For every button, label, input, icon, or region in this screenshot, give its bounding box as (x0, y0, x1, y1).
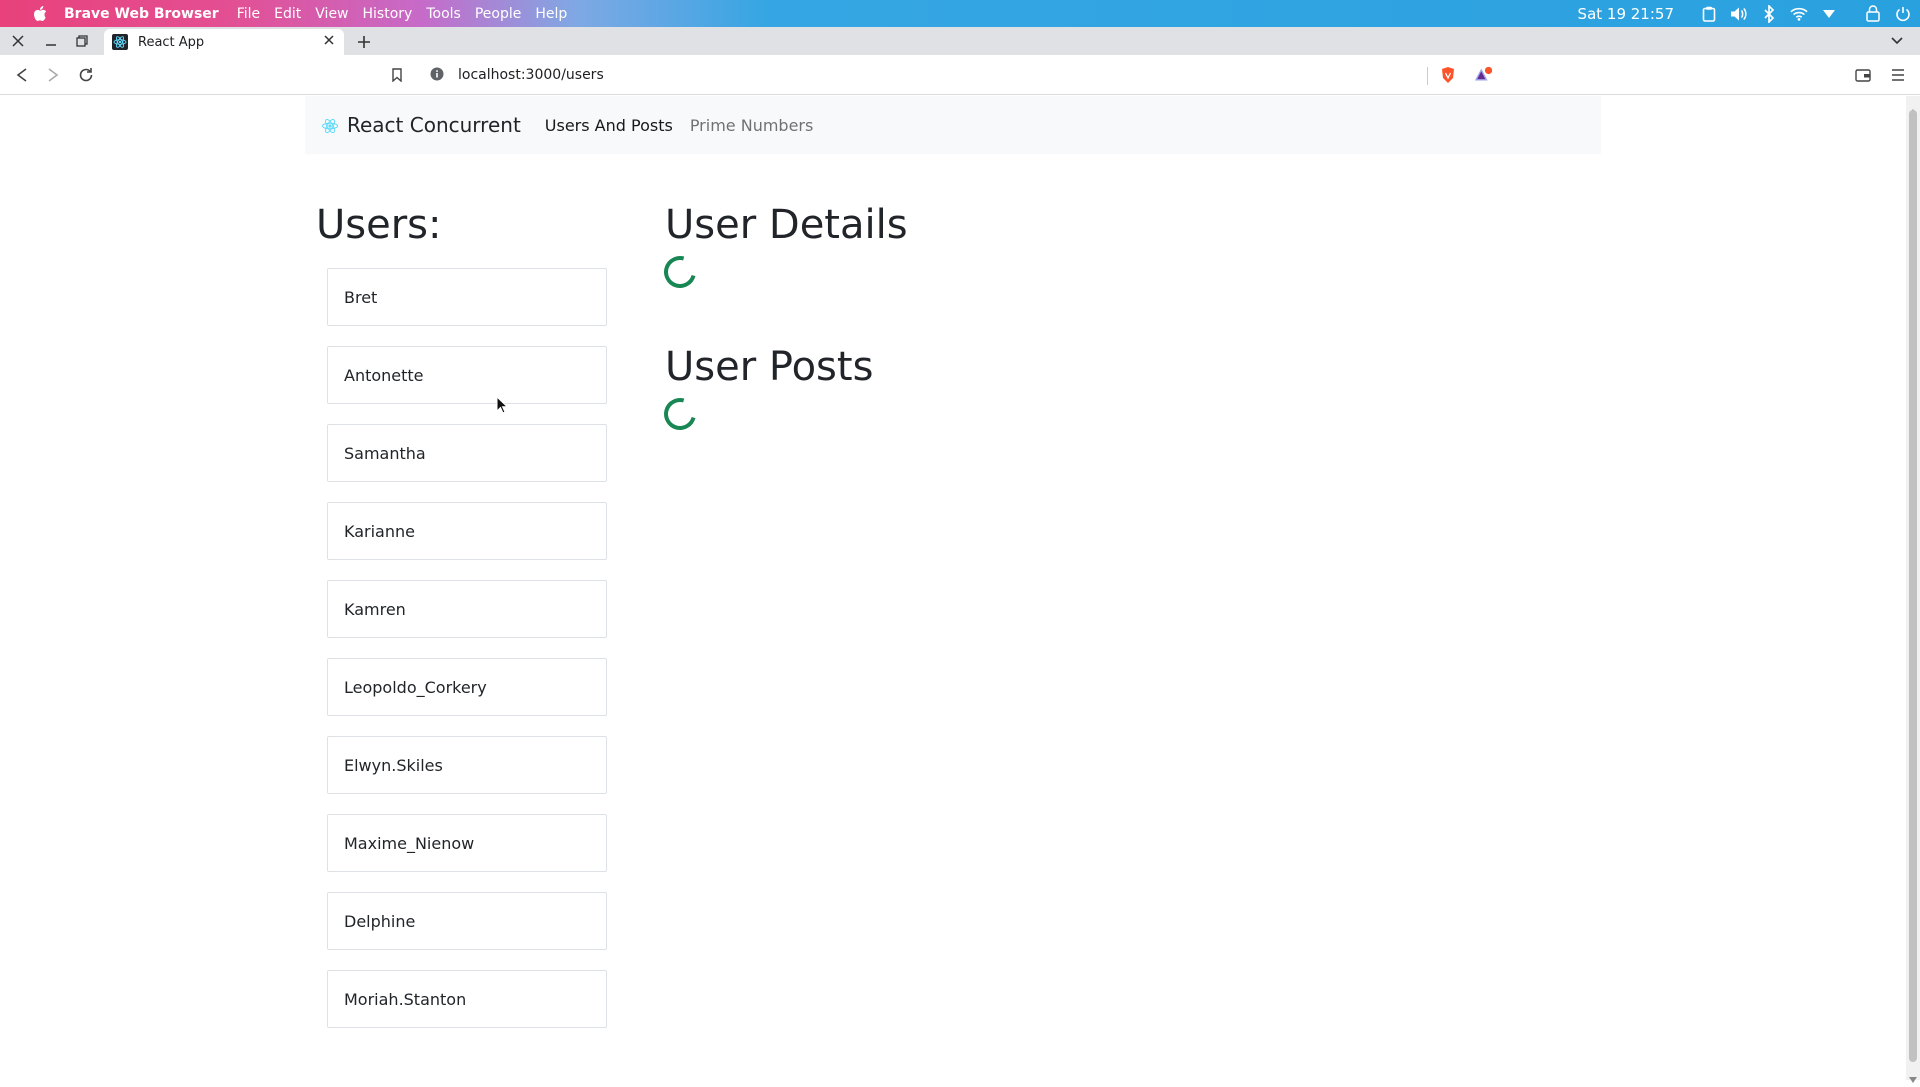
user-posts-spinner (658, 392, 702, 436)
address-separator (1427, 67, 1428, 85)
user-details-heading: User Details (665, 202, 908, 248)
new-tab-button[interactable] (354, 30, 374, 54)
minimize-window-icon[interactable] (41, 31, 61, 51)
reload-icon[interactable] (76, 65, 96, 85)
user-posts-heading: User Posts (665, 344, 874, 390)
menu-tools[interactable]: Tools (426, 6, 461, 22)
browser-toolbar: localhost:3000/users (0, 55, 1920, 95)
lock-icon[interactable] (1864, 5, 1882, 23)
site-info-icon[interactable] (430, 67, 446, 83)
user-item-samantha[interactable]: Samantha (327, 424, 607, 482)
url-text[interactable]: localhost:3000/users (458, 67, 604, 83)
brave-shields-icon[interactable] (1438, 65, 1458, 85)
tab-close-icon[interactable] (324, 33, 334, 49)
react-logo-icon (321, 116, 339, 134)
tab-react-app[interactable]: React App (104, 29, 344, 55)
tab-strip: React App (0, 27, 1920, 55)
brand-label: React Concurrent (347, 113, 521, 137)
clock[interactable]: Sat 19 21:57 (1578, 5, 1674, 23)
forward-icon[interactable] (43, 65, 63, 85)
user-item-karianne[interactable]: Karianne (327, 502, 607, 560)
menu-file[interactable]: File (237, 6, 260, 22)
user-item-antonette[interactable]: Antonette (327, 346, 607, 404)
tab-search-chevron-icon[interactable] (1890, 31, 1908, 49)
wallet-icon[interactable] (1853, 65, 1873, 85)
close-window-icon[interactable] (8, 31, 28, 51)
nav-prime-numbers[interactable]: Prime Numbers (690, 116, 814, 135)
power-icon[interactable] (1894, 5, 1912, 23)
react-favicon-icon (112, 34, 128, 50)
back-icon[interactable] (12, 65, 32, 85)
scrollbar-thumb[interactable] (1909, 110, 1917, 1062)
menu-people[interactable]: People (475, 6, 522, 22)
restore-window-icon[interactable] (72, 31, 92, 51)
user-details-spinner (658, 250, 702, 294)
menu-history[interactable]: History (363, 6, 413, 22)
users-heading: Users: (316, 202, 442, 248)
scroll-down-icon[interactable] (1909, 1068, 1917, 1083)
bluetooth-icon[interactable] (1760, 4, 1778, 23)
volume-icon[interactable] (1730, 5, 1748, 23)
user-item-moriah-stanton[interactable]: Moriah.Stanton (327, 970, 607, 1028)
user-item-bret[interactable]: Bret (327, 268, 607, 326)
navbar-brand[interactable]: React Concurrent (321, 113, 521, 137)
menu-hamburger-icon[interactable] (1888, 65, 1908, 85)
clipboard-icon[interactable] (1700, 5, 1718, 23)
menu-view[interactable]: View (315, 6, 348, 22)
scroll-up-icon[interactable] (1909, 100, 1917, 115)
address-bar[interactable]: localhost:3000/users (420, 60, 1500, 90)
tab-title: React App (138, 34, 205, 50)
app-navbar: React Concurrent Users And Posts Prime N… (305, 96, 1601, 154)
bookmark-icon[interactable] (387, 65, 407, 85)
menu-help[interactable]: Help (535, 6, 567, 22)
system-menu-bar: Brave Web Browser File Edit View History… (0, 0, 1920, 27)
app-name[interactable]: Brave Web Browser (64, 6, 219, 22)
user-item-elwyn-skiles[interactable]: Elwyn.Skiles (327, 736, 607, 794)
user-item-leopoldo-corkery[interactable]: Leopoldo_Corkery (327, 658, 607, 716)
user-item-kamren[interactable]: Kamren (327, 580, 607, 638)
user-item-delphine[interactable]: Delphine (327, 892, 607, 950)
page-scrollbar[interactable] (1906, 96, 1920, 1083)
brave-rewards-icon[interactable] (1474, 65, 1494, 85)
mouse-cursor-icon (496, 395, 512, 418)
wifi-icon[interactable] (1790, 5, 1808, 23)
user-item-maxime-nienow[interactable]: Maxime_Nienow (327, 814, 607, 872)
menu-edit[interactable]: Edit (274, 6, 301, 22)
nav-users-and-posts[interactable]: Users And Posts (545, 116, 673, 135)
user-list: Bret Antonette Samantha Karianne Kamren … (327, 268, 607, 1048)
apple-icon[interactable] (30, 4, 50, 24)
page-viewport: React Concurrent Users And Posts Prime N… (0, 96, 1906, 1080)
chevron-down-icon[interactable] (1820, 5, 1838, 23)
